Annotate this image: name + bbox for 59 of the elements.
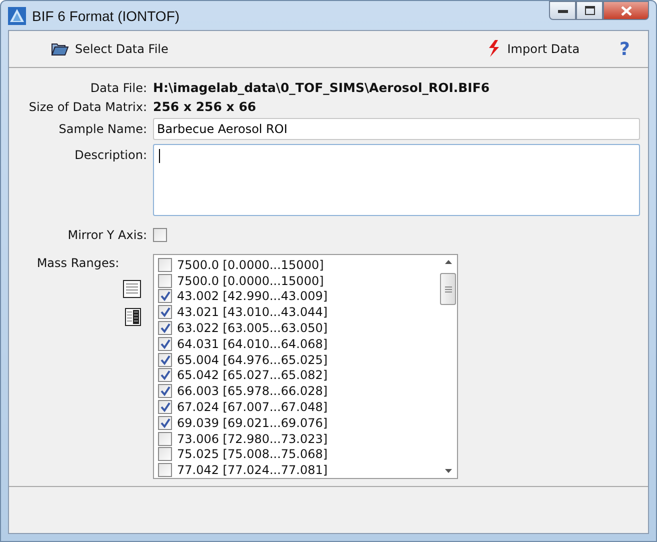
mass-range-item[interactable]: 63.022 [63.005...63.050] [177, 321, 328, 336]
field-label: Mass Ranges: [36, 256, 120, 270]
folder-icon [51, 42, 69, 56]
mirror-y-checkbox[interactable] [153, 228, 167, 242]
minimize-icon [558, 8, 568, 12]
description-field[interactable] [153, 144, 640, 216]
maximize-icon [584, 6, 594, 15]
mass-range-item[interactable]: 67.024 [67.007...67.048] [177, 400, 328, 414]
scroll-up-icon[interactable] [444, 259, 452, 265]
minimize-button[interactable] [549, 1, 576, 20]
checkbox[interactable] [158, 416, 172, 430]
text-cursor [159, 149, 160, 163]
checkbox[interactable] [158, 305, 172, 320]
field-label: Description: [74, 148, 147, 162]
import-data-button[interactable]: Import Data [485, 38, 582, 60]
checkbox[interactable] [158, 447, 172, 462]
field-label: Data File: [90, 80, 147, 94]
checkbox[interactable] [158, 289, 172, 304]
column-list-icon[interactable] [125, 308, 141, 326]
field-label: Sample Name: [58, 122, 147, 136]
mass-range-item[interactable]: 75.025 [75.008...75.068] [177, 447, 328, 462]
mass-range-item[interactable]: 73.006 [72.980...73.023] [177, 432, 328, 446]
select-data-file-button[interactable]: Select Data File [49, 40, 170, 58]
mass-range-item[interactable]: 65.004 [64.976...65.025] [177, 352, 328, 367]
info-value: 256 x 256 x 66 [153, 99, 256, 114]
checkbox[interactable] [158, 368, 172, 382]
checkbox[interactable] [158, 274, 172, 288]
app-icon [8, 6, 26, 24]
maximize-button[interactable] [576, 1, 603, 20]
info-value: H:\imagelab_data\0_TOF_SIMS\Aerosol_ROI.BIF6 [153, 80, 490, 95]
list-icon[interactable] [123, 280, 141, 298]
mass-range-item[interactable]: 43.021 [43.010...43.044] [177, 305, 328, 320]
mass-range-item[interactable]: 7500.0 [0.0000...15000] [177, 258, 324, 272]
checkbox[interactable] [158, 432, 172, 446]
close-button[interactable] [603, 1, 649, 20]
field-label: Size of Data Matrix: [28, 100, 147, 114]
checkbox[interactable] [158, 258, 172, 272]
scroll-down-icon[interactable] [444, 468, 452, 474]
mass-range-item[interactable]: 77.042 [77.024...77.081] [177, 463, 328, 478]
checkbox[interactable] [158, 352, 172, 367]
checkbox[interactable] [158, 463, 172, 478]
field-label: Mirror Y Axis: [68, 228, 147, 242]
close-icon [620, 6, 632, 16]
lightning-icon [487, 40, 502, 58]
checkbox[interactable] [158, 384, 172, 398]
mass-range-item[interactable]: 7500.0 [0.0000...15000] [177, 274, 324, 288]
help-button[interactable]: ? [618, 38, 632, 60]
mass-range-item[interactable]: 64.031 [64.010...64.068] [177, 336, 328, 351]
sample-name-field[interactable]: Barbecue Aerosol ROI [153, 118, 640, 140]
mass-range-item[interactable]: 69.039 [69.021...69.076] [177, 416, 328, 430]
checkbox[interactable] [158, 321, 172, 336]
grip-icon [444, 286, 452, 292]
scrollbar-thumb[interactable] [440, 273, 456, 305]
checkbox[interactable] [158, 400, 172, 414]
mass-range-item[interactable]: 66.003 [65.978...66.028] [177, 384, 328, 398]
window-title: BIF 6 Format (IONTOF) [32, 8, 180, 24]
mass-range-item[interactable]: 65.042 [65.027...65.082] [177, 368, 328, 382]
checkbox[interactable] [158, 336, 172, 351]
mass-range-item[interactable]: 43.002 [42.990...43.009] [177, 289, 328, 304]
